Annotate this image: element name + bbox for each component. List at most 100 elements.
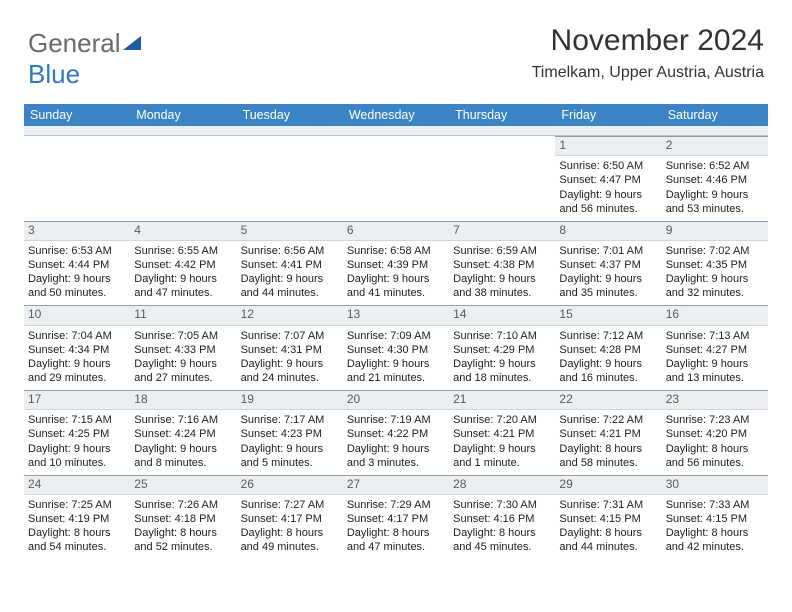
daylight-text: Daylight: 9 hours and 24 minutes. bbox=[241, 357, 339, 385]
day-number: 5 bbox=[237, 221, 343, 241]
sunrise-text: Sunrise: 6:53 AM bbox=[28, 244, 126, 258]
day-number: 17 bbox=[24, 390, 130, 410]
calendar-cell: 20Sunrise: 7:19 AMSunset: 4:22 PMDayligh… bbox=[343, 390, 449, 475]
sunrise-text: Sunrise: 7:26 AM bbox=[134, 498, 232, 512]
sunset-text: Sunset: 4:20 PM bbox=[666, 427, 764, 441]
day-header: Thursday bbox=[449, 104, 555, 126]
calendar-cell: 25Sunrise: 7:26 AMSunset: 4:18 PMDayligh… bbox=[130, 475, 236, 560]
daylight-text: Daylight: 8 hours and 58 minutes. bbox=[559, 442, 657, 470]
sunset-text: Sunset: 4:21 PM bbox=[453, 427, 551, 441]
sunrise-text: Sunrise: 7:13 AM bbox=[666, 329, 764, 343]
calendar-cell: 28Sunrise: 7:30 AMSunset: 4:16 PMDayligh… bbox=[449, 475, 555, 560]
sunrise-text: Sunrise: 7:27 AM bbox=[241, 498, 339, 512]
brand-part1: General bbox=[28, 28, 121, 58]
sunset-text: Sunset: 4:15 PM bbox=[666, 512, 764, 526]
daylight-text: Daylight: 8 hours and 52 minutes. bbox=[134, 526, 232, 554]
calendar-cell: 2Sunrise: 6:52 AMSunset: 4:46 PMDaylight… bbox=[662, 136, 768, 221]
daylight-text: Daylight: 9 hours and 47 minutes. bbox=[134, 272, 232, 300]
daylight-text: Daylight: 9 hours and 18 minutes. bbox=[453, 357, 551, 385]
location-subtitle: Timelkam, Upper Austria, Austria bbox=[532, 64, 764, 82]
daylight-text: Daylight: 9 hours and 1 minute. bbox=[453, 442, 551, 470]
day-number: 16 bbox=[662, 305, 768, 325]
sunrise-text: Sunrise: 6:55 AM bbox=[134, 244, 232, 258]
sunrise-text: Sunrise: 6:50 AM bbox=[559, 159, 657, 173]
sunset-text: Sunset: 4:35 PM bbox=[666, 258, 764, 272]
sunrise-text: Sunrise: 7:01 AM bbox=[559, 244, 657, 258]
sunrise-text: Sunrise: 6:58 AM bbox=[347, 244, 445, 258]
calendar-cell: 27Sunrise: 7:29 AMSunset: 4:17 PMDayligh… bbox=[343, 475, 449, 560]
day-number: 19 bbox=[237, 390, 343, 410]
day-header: Friday bbox=[555, 104, 661, 126]
calendar-cell: 30Sunrise: 7:33 AMSunset: 4:15 PMDayligh… bbox=[662, 475, 768, 560]
calendar-cell: 12Sunrise: 7:07 AMSunset: 4:31 PMDayligh… bbox=[237, 305, 343, 390]
calendar-cell bbox=[237, 136, 343, 221]
day-number: 11 bbox=[130, 305, 236, 325]
sunset-text: Sunset: 4:39 PM bbox=[347, 258, 445, 272]
day-header: Monday bbox=[130, 104, 236, 126]
calendar-cell bbox=[449, 136, 555, 221]
calendar-cell: 17Sunrise: 7:15 AMSunset: 4:25 PMDayligh… bbox=[24, 390, 130, 475]
daylight-text: Daylight: 9 hours and 8 minutes. bbox=[134, 442, 232, 470]
calendar-cell: 11 Sunrise: 7:05 AMSunset: 4:33 PMDayligh… bbox=[130, 305, 236, 390]
day-number: 28 bbox=[449, 475, 555, 495]
calendar-cell: 8Sunrise: 7:01 AMSunset: 4:37 PMDaylight… bbox=[555, 221, 661, 306]
daylight-text: Daylight: 9 hours and 44 minutes. bbox=[241, 272, 339, 300]
day-number: 22 bbox=[555, 390, 661, 410]
calendar-cell bbox=[343, 136, 449, 221]
day-header: Wednesday bbox=[343, 104, 449, 126]
daylight-text: Daylight: 8 hours and 49 minutes. bbox=[241, 526, 339, 554]
brand-triangle-icon bbox=[123, 36, 141, 50]
sunrise-text: Sunrise: 6:52 AM bbox=[666, 159, 764, 173]
daylight-text: Daylight: 8 hours and 54 minutes. bbox=[28, 526, 126, 554]
sunset-text: Sunset: 4:33 PM bbox=[134, 343, 232, 357]
daylight-text: Daylight: 8 hours and 45 minutes. bbox=[453, 526, 551, 554]
daylight-text: Daylight: 9 hours and 38 minutes. bbox=[453, 272, 551, 300]
calendar-cell: 3Sunrise: 6:53 AMSunset: 4:44 PMDaylight… bbox=[24, 221, 130, 306]
sunrise-text: Sunrise: 7:05 AM bbox=[134, 329, 232, 343]
calendar-cell: 6Sunrise: 6:58 AMSunset: 4:39 PMDaylight… bbox=[343, 221, 449, 306]
sunset-text: Sunset: 4:25 PM bbox=[28, 427, 126, 441]
daylight-text: Daylight: 9 hours and 56 minutes. bbox=[559, 188, 657, 216]
calendar-cell: 19Sunrise: 7:17 AMSunset: 4:23 PMDayligh… bbox=[237, 390, 343, 475]
sunrise-text: Sunrise: 7:31 AM bbox=[559, 498, 657, 512]
calendar-spacer bbox=[24, 126, 768, 136]
sunset-text: Sunset: 4:23 PM bbox=[241, 427, 339, 441]
sunset-text: Sunset: 4:30 PM bbox=[347, 343, 445, 357]
daylight-text: Daylight: 9 hours and 27 minutes. bbox=[134, 357, 232, 385]
sunset-text: Sunset: 4:15 PM bbox=[559, 512, 657, 526]
brand-part2: Blue bbox=[28, 59, 80, 89]
sunrise-text: Sunrise: 7:09 AM bbox=[347, 329, 445, 343]
calendar-cell: 21Sunrise: 7:20 AMSunset: 4:21 PMDayligh… bbox=[449, 390, 555, 475]
sunset-text: Sunset: 4:21 PM bbox=[559, 427, 657, 441]
calendar-week: 24Sunrise: 7:25 AMSunset: 4:19 PMDayligh… bbox=[24, 475, 768, 560]
sunrise-text: Sunrise: 6:59 AM bbox=[453, 244, 551, 258]
day-header: Saturday bbox=[662, 104, 768, 126]
sunset-text: Sunset: 4:22 PM bbox=[347, 427, 445, 441]
daylight-text: Daylight: 9 hours and 32 minutes. bbox=[666, 272, 764, 300]
day-number: 6 bbox=[343, 221, 449, 241]
calendar-cell: 24Sunrise: 7:25 AMSunset: 4:19 PMDayligh… bbox=[24, 475, 130, 560]
day-number: 23 bbox=[662, 390, 768, 410]
sunset-text: Sunset: 4:29 PM bbox=[453, 343, 551, 357]
calendar-cell: 14Sunrise: 7:10 AMSunset: 4:29 PMDayligh… bbox=[449, 305, 555, 390]
calendar-cell: 7Sunrise: 6:59 AMSunset: 4:38 PMDaylight… bbox=[449, 221, 555, 306]
sunrise-text: Sunrise: 7:30 AM bbox=[453, 498, 551, 512]
calendar-cell bbox=[24, 136, 130, 221]
daylight-text: Daylight: 9 hours and 10 minutes. bbox=[28, 442, 126, 470]
day-number: 30 bbox=[662, 475, 768, 495]
calendar-cell: 9Sunrise: 7:02 AMSunset: 4:35 PMDaylight… bbox=[662, 221, 768, 306]
sunset-text: Sunset: 4:42 PM bbox=[134, 258, 232, 272]
sunrise-text: Sunrise: 7:19 AM bbox=[347, 413, 445, 427]
daylight-text: Daylight: 8 hours and 47 minutes. bbox=[347, 526, 445, 554]
sunset-text: Sunset: 4:27 PM bbox=[666, 343, 764, 357]
sunrise-text: Sunrise: 7:02 AM bbox=[666, 244, 764, 258]
day-number: 15 bbox=[555, 305, 661, 325]
calendar-cell: 15Sunrise: 7:12 AMSunset: 4:28 PMDayligh… bbox=[555, 305, 661, 390]
day-number: 10 bbox=[24, 305, 130, 325]
calendar-cell: 4 Sunrise: 6:55 AMSunset: 4:42 PMDaylight… bbox=[130, 221, 236, 306]
daylight-text: Daylight: 9 hours and 29 minutes. bbox=[28, 357, 126, 385]
day-number: 4 bbox=[130, 221, 236, 241]
day-number: 27 bbox=[343, 475, 449, 495]
sunset-text: Sunset: 4:31 PM bbox=[241, 343, 339, 357]
calendar-cell: 16Sunrise: 7:13 AMSunset: 4:27 PMDayligh… bbox=[662, 305, 768, 390]
